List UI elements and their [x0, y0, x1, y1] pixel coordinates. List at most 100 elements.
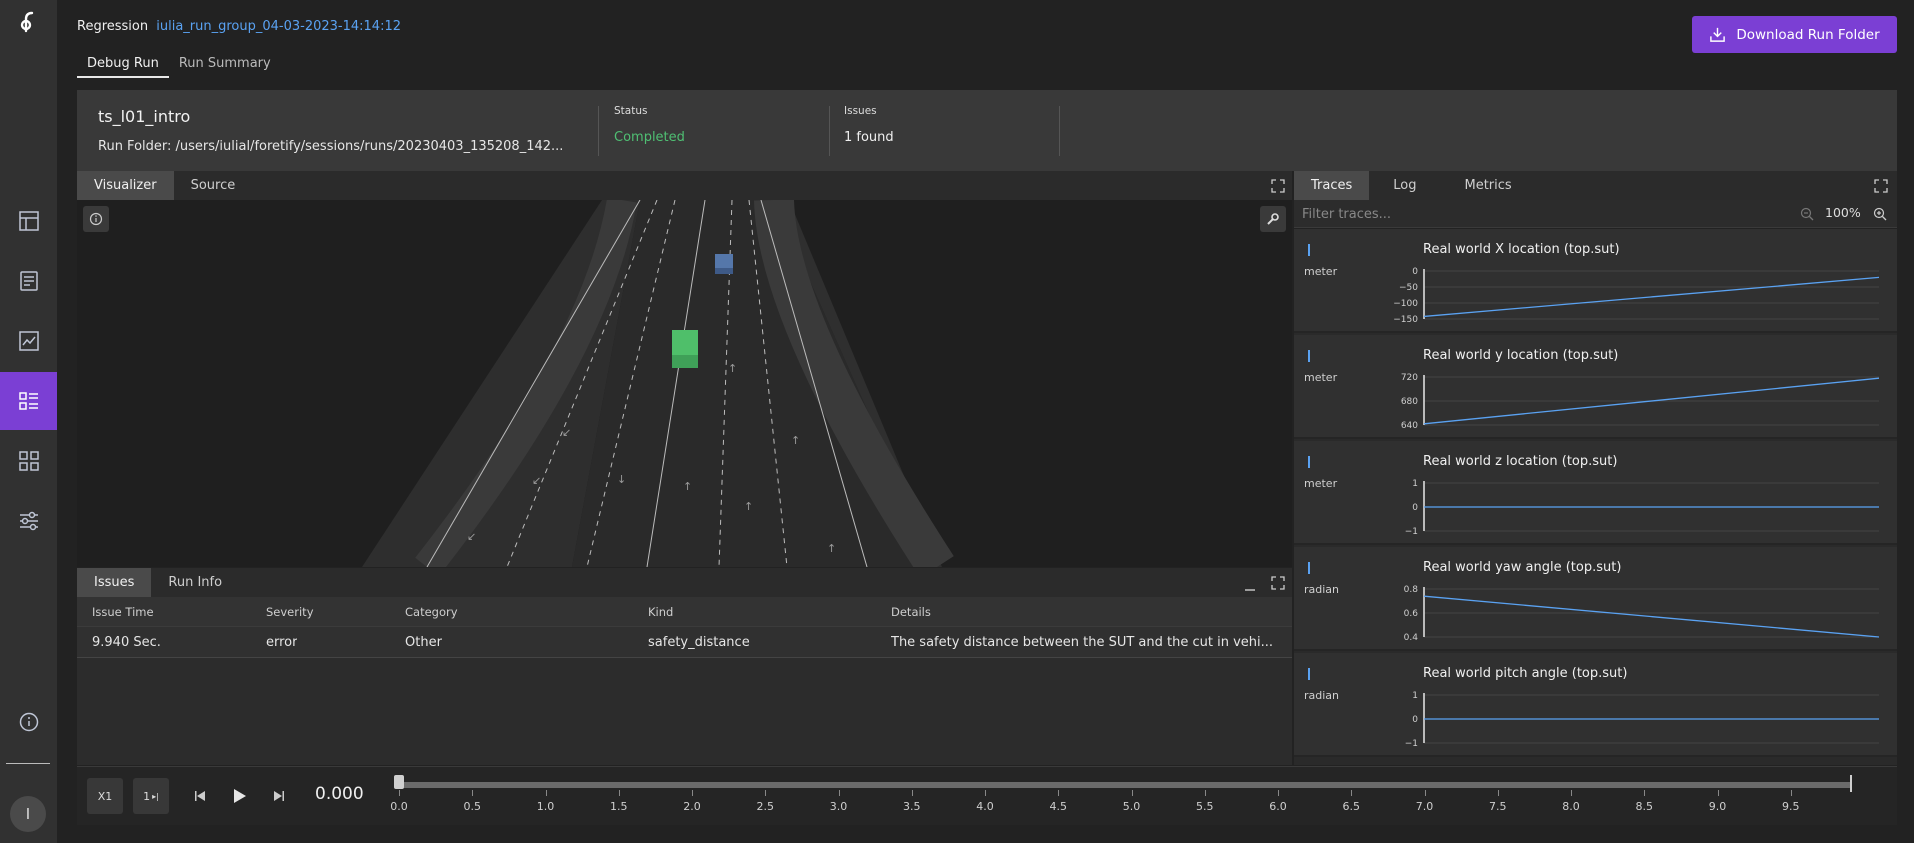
column-header[interactable]: Kind	[648, 597, 673, 626]
info-separator	[829, 106, 830, 156]
test-name: ts_l01_intro	[98, 107, 191, 126]
trace-tick-label: 0.6	[1404, 609, 1419, 619]
timeline-tick-label: 0.0	[390, 800, 408, 813]
visualizer-canvas[interactable]: ↙ ↙ ↙ ↓ ↑ ↑ ↑ ↑ ↑	[77, 200, 1292, 567]
trace-item[interactable]: radian Real world yaw angle (top.sut) 0.…	[1294, 547, 1897, 651]
trace-tick-label: 0	[1412, 715, 1418, 725]
grid-icon[interactable]	[0, 432, 57, 490]
timeline-track[interactable]	[398, 782, 1852, 788]
filter-traces-input[interactable]	[1302, 203, 1782, 225]
trace-tick-label: −1	[1405, 739, 1418, 749]
svg-text:↓: ↓	[617, 473, 626, 486]
timeline-tick-label: 5.0	[1122, 800, 1141, 813]
column-header[interactable]: Details	[891, 597, 931, 626]
trace-chart: 0.8 0.6 0.4	[1404, 585, 1880, 643]
timeline-tick-label: 2.5	[756, 800, 775, 813]
table-row[interactable]: 9.940 Sec. error Other safety_distance T…	[77, 627, 1292, 658]
trace-chart: 1 0 −1	[1405, 479, 1879, 537]
info-separator	[598, 106, 599, 156]
run-group-link[interactable]: iulia_run_group_04-03-2023-14:14:12	[156, 19, 401, 34]
timeline-scrubber[interactable]	[394, 775, 404, 789]
trace-color-marker	[1308, 456, 1310, 468]
trace-item[interactable]: meter Real world z location (top.sut) 1 0…	[1294, 441, 1897, 545]
chart-icon[interactable]	[0, 312, 57, 370]
info-separator	[1059, 106, 1060, 156]
issue-kind: safety_distance	[648, 634, 750, 650]
layout-icon[interactable]	[0, 192, 57, 250]
trace-title: Real world X location (top.sut)	[1423, 242, 1620, 257]
trace-chart: 0 −50 −100 −150	[1393, 267, 1880, 325]
tab-visualizer[interactable]: Visualizer	[77, 171, 174, 200]
run-info-band: ts_l01_intro Run Folder: /users/iulial/f…	[77, 90, 1897, 171]
trace-item[interactable]: meter Real world y location (top.sut) 72…	[1294, 335, 1897, 439]
timeline-tick-label: 9.5	[1782, 800, 1800, 813]
road-scene: ↙ ↙ ↙ ↓ ↑ ↑ ↑ ↑ ↑	[362, 200, 954, 567]
zoom-out-icon[interactable]	[1800, 206, 1814, 225]
tab-source[interactable]: Source	[174, 171, 253, 200]
download-icon	[1710, 27, 1726, 42]
timeline-tick	[618, 790, 620, 796]
step-size-button[interactable]: 1 ▸|	[133, 778, 169, 814]
skip-to-end-icon[interactable]	[268, 785, 290, 807]
tab-issues[interactable]: Issues	[77, 568, 152, 597]
foretify-logo[interactable]	[16, 10, 40, 34]
wrench-icon	[1267, 213, 1279, 225]
scene-info-button[interactable]	[83, 206, 109, 232]
timeline-tick-label: 1.0	[536, 800, 555, 813]
skip-to-start-icon[interactable]	[189, 785, 211, 807]
tab-traces[interactable]: Traces	[1294, 171, 1370, 200]
filter-settings-icon[interactable]	[0, 492, 57, 550]
minimize-icon[interactable]	[1243, 577, 1257, 591]
expand-icon[interactable]	[1271, 575, 1285, 590]
traces-tabs: Traces Log Metrics	[1294, 171, 1897, 200]
tab-metrics[interactable]: Metrics	[1441, 171, 1536, 200]
trace-color-marker	[1308, 244, 1310, 256]
timeline-tick	[472, 790, 474, 796]
timeline-tick-label: 6.0	[1269, 800, 1287, 813]
traces-list: meter Real world X location (top.sut) 0 −…	[1294, 229, 1897, 765]
scene-settings-button[interactable]	[1260, 206, 1286, 232]
trace-unit: meter	[1304, 265, 1338, 278]
timeline-tick	[545, 790, 547, 796]
column-header[interactable]: Issue Time	[92, 597, 154, 626]
trace-unit: meter	[1304, 477, 1338, 490]
list-document-icon[interactable]	[0, 252, 57, 310]
tab-log[interactable]: Log	[1369, 171, 1440, 200]
trace-unit: radian	[1304, 689, 1340, 702]
download-label: Download Run Folder	[1736, 26, 1880, 43]
trace-tick-label: 680	[1401, 397, 1418, 407]
expand-icon[interactable]	[1271, 178, 1285, 193]
svg-text:↙: ↙	[562, 426, 571, 439]
tab-run-info[interactable]: Run Info	[151, 568, 239, 597]
column-header[interactable]: Severity	[266, 597, 314, 626]
timeline-tick	[1497, 790, 1499, 796]
debug-run-nav-icon[interactable]	[0, 372, 57, 430]
svg-text:↑: ↑	[791, 434, 800, 447]
expand-icon[interactable]	[1874, 178, 1888, 193]
step-forward-icon: ▸|	[152, 791, 159, 801]
download-run-folder-button[interactable]: Download Run Folder	[1692, 16, 1897, 53]
trace-tick-label: 720	[1401, 373, 1418, 383]
zoom-in-icon[interactable]	[1873, 206, 1887, 225]
info-icon[interactable]	[0, 693, 57, 751]
issues-count: 1 found	[844, 130, 894, 145]
step-size-value: 1	[143, 789, 151, 803]
tab-debug-run[interactable]: Debug Run	[77, 56, 169, 78]
page-title: Regression iulia_run_group_04-03-2023-14…	[77, 19, 401, 34]
timeline-tick-label: 3.5	[903, 800, 921, 813]
play-icon[interactable]	[228, 785, 250, 807]
speed-button[interactable]: X1	[87, 778, 123, 814]
issue-category: Other	[405, 634, 442, 650]
svg-text:↑: ↑	[728, 362, 737, 375]
timeline-tick-label: 1.5	[610, 800, 628, 813]
trace-chart: 720 680 640	[1401, 373, 1880, 431]
trace-item[interactable]: meter Real world X location (top.sut) 0 −…	[1294, 229, 1897, 333]
sidebar-divider	[6, 763, 50, 764]
trace-item[interactable]: radian Real world pitch angle (top.sut) …	[1294, 653, 1897, 757]
trace-tick-label: 0	[1412, 503, 1418, 513]
user-avatar[interactable]: I	[10, 796, 46, 832]
status-value: Completed	[614, 130, 685, 145]
tab-run-summary[interactable]: Run Summary	[169, 56, 281, 78]
playback-bar: X1 1 ▸| 0.000 0.0 0.5 1.0 1.5 2.0 2.5 3.0 3.5 4.…	[77, 766, 1897, 825]
column-header[interactable]: Category	[405, 597, 458, 626]
